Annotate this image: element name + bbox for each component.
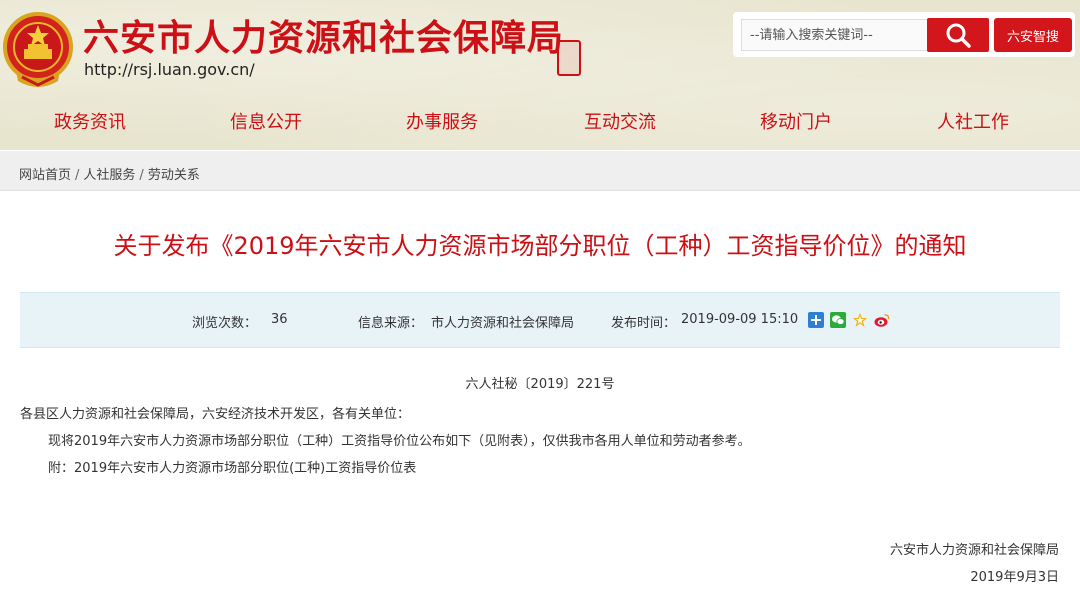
breadcrumb-labor-relations[interactable]: 劳动关系	[148, 168, 200, 183]
site-title: 六安市人力资源和社会保障局	[83, 18, 565, 59]
nav-item-work[interactable]: 人社工作	[903, 108, 1043, 134]
seal-stamp-icon	[557, 40, 581, 76]
breadcrumb-home[interactable]: 网站首页	[19, 168, 71, 183]
attachment-link[interactable]: 附：2019年六安市人力资源市场部分职位(工种)工资指导价位表	[48, 457, 416, 476]
breadcrumb: 网站首页 / 人社服务 / 劳动关系	[19, 164, 200, 183]
issuer-signature: 六安市人力资源和社会保障局	[889, 543, 1059, 558]
nav-item-interact[interactable]: 互动交流	[550, 108, 690, 134]
qzone-icon[interactable]	[852, 312, 868, 328]
issue-date: 2019年9月3日	[970, 570, 1059, 585]
document-number: 六人社秘〔2019〕221号	[465, 377, 615, 392]
nav-item-info[interactable]: 信息公开	[196, 108, 336, 134]
breadcrumb-separator: /	[139, 168, 144, 183]
nav-item-services[interactable]: 办事服务	[372, 108, 512, 134]
search-input[interactable]	[741, 19, 929, 51]
date-value: 2019-09-09 15:10	[681, 312, 799, 327]
source-label: 信息来源：	[358, 316, 424, 331]
plus-share-icon[interactable]	[808, 312, 824, 328]
national-emblem-icon	[3, 12, 73, 87]
site-header: 六安市人力资源和社会保障局 http://rsj.luan.gov.cn/ 六安…	[0, 0, 1080, 150]
views-label: 浏览次数：	[192, 316, 258, 331]
breadcrumb-separator: /	[75, 168, 80, 183]
article-meta-bar: 浏览次数： 36 信息来源： 市人力资源和社会保障局 发布时间： 2019-09…	[20, 292, 1060, 348]
breadcrumb-bar: 网站首页 / 人社服务 / 劳动关系	[0, 151, 1080, 191]
smart-search-button[interactable]: 六安智搜	[994, 18, 1072, 52]
search-icon	[946, 23, 971, 48]
views-value: 36	[271, 312, 288, 327]
weibo-icon[interactable]	[874, 312, 890, 328]
body-paragraph: 现将2019年六安市人力资源市场部分职位（工种）工资指导价位公布如下（见附表），…	[48, 434, 751, 449]
date-label: 发布时间：	[611, 316, 677, 331]
main-nav: 政务资讯 信息公开 办事服务 互动交流 移动门户 人社工作	[0, 100, 1080, 144]
nav-item-mobile[interactable]: 移动门户	[726, 108, 866, 134]
wechat-icon[interactable]	[830, 312, 846, 328]
site-url[interactable]: http://rsj.luan.gov.cn/	[84, 60, 255, 79]
breadcrumb-services[interactable]: 人社服务	[83, 168, 135, 183]
addressee-paragraph: 各县区人力资源和社会保障局，六安经济技术开发区，各有关单位：	[20, 407, 411, 422]
article-title: 关于发布《2019年六安市人力资源市场部分职位（工种）工资指导价位》的通知	[113, 232, 967, 260]
source-value: 市人力资源和社会保障局	[431, 316, 575, 331]
nav-item-news[interactable]: 政务资讯	[20, 108, 160, 134]
search-box: 六安智搜	[733, 12, 1075, 57]
search-button[interactable]	[927, 18, 989, 52]
